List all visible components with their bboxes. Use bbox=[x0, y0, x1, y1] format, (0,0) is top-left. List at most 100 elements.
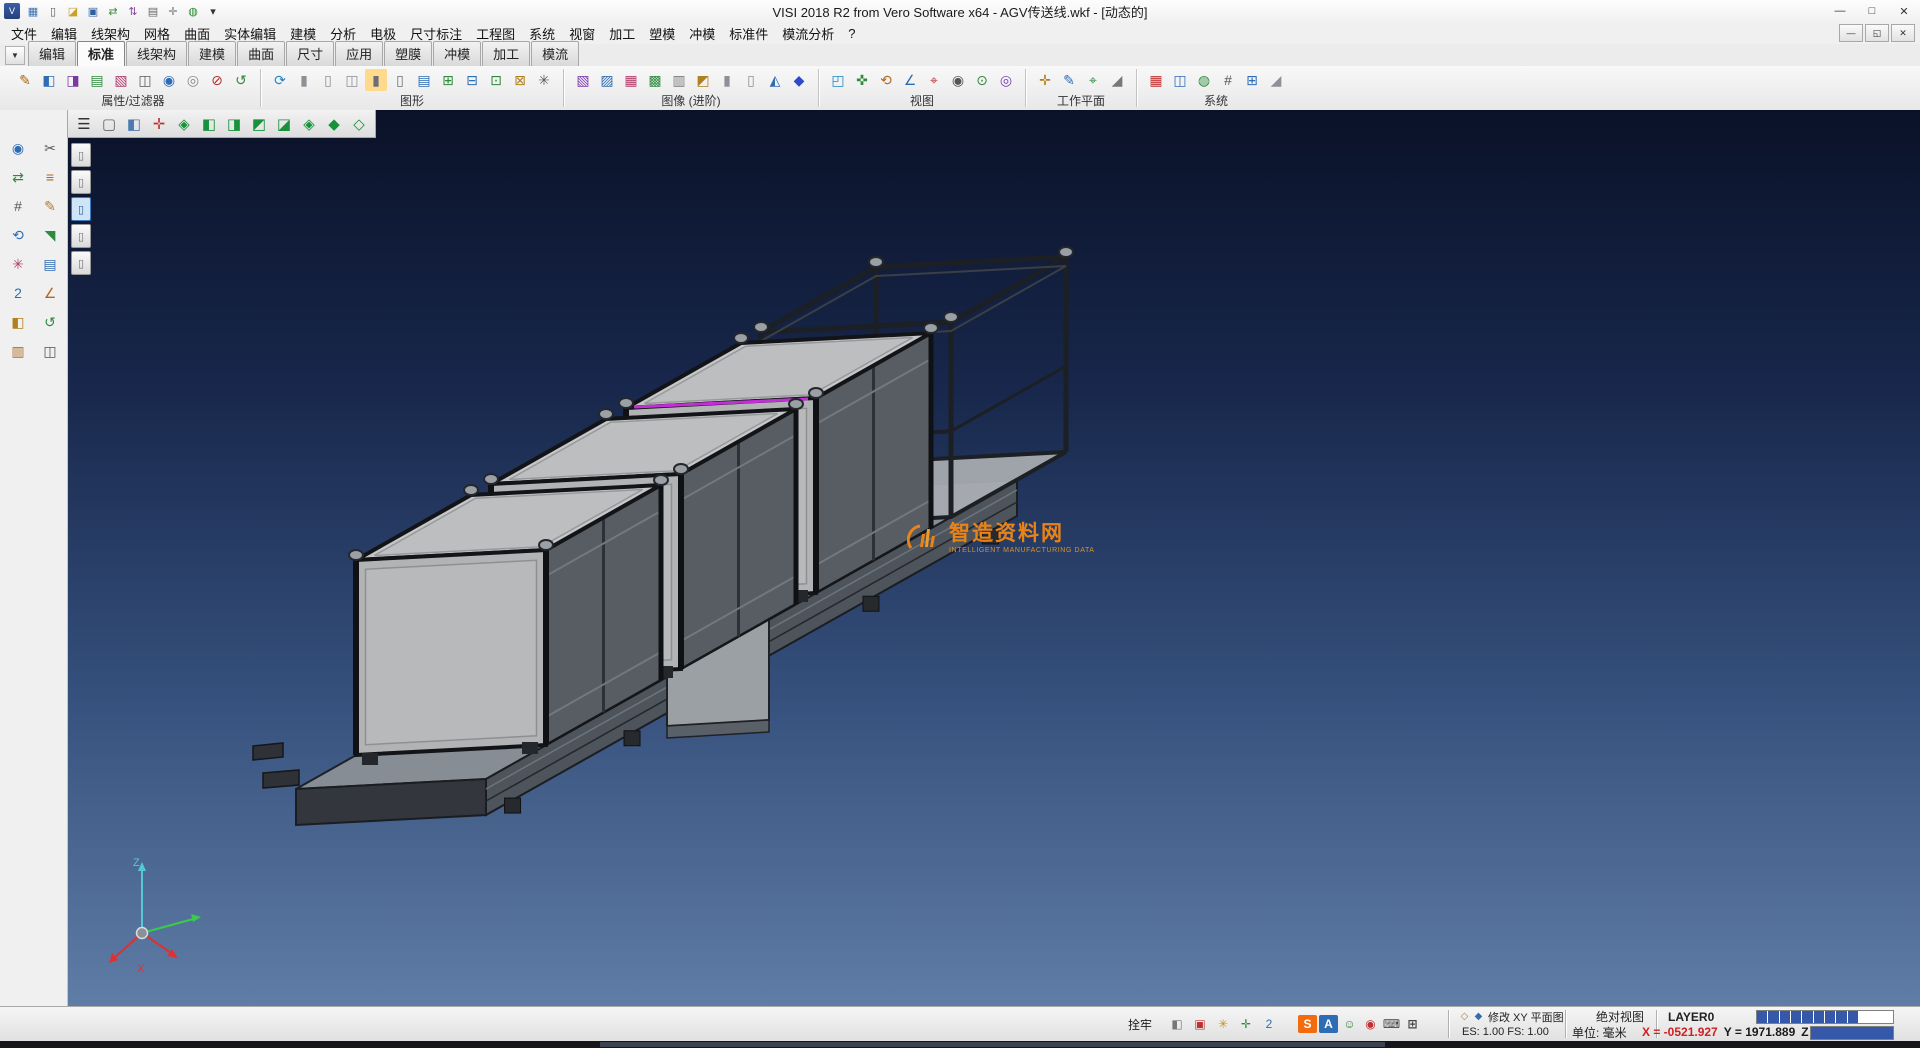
tab[interactable]: 曲面 bbox=[237, 41, 285, 66]
eye-view-icon[interactable]: ◉ bbox=[947, 69, 969, 91]
active-layer-label[interactable]: LAYER0 bbox=[1668, 1009, 1714, 1024]
rotate-tool-icon[interactable]: ⟲ bbox=[5, 223, 31, 247]
half-cylinder-icon[interactable]: ◫ bbox=[341, 69, 363, 91]
workplane-edit-icon[interactable]: ✎ bbox=[1058, 69, 1080, 91]
menu-item[interactable]: 冲模 bbox=[682, 22, 722, 45]
gear-status-icon[interactable]: ✛ bbox=[1237, 1015, 1255, 1033]
graphics-view-icon[interactable]: ⊡ bbox=[485, 69, 507, 91]
alert-status-icon[interactable]: ▣ bbox=[1191, 1015, 1209, 1033]
offset-icon[interactable]: ≡ bbox=[37, 165, 63, 189]
monitor-icon[interactable]: ◫ bbox=[1169, 69, 1191, 91]
attribute-copy-icon[interactable]: ◧ bbox=[38, 69, 60, 91]
copy-tool-icon[interactable]: ◫ bbox=[37, 339, 63, 363]
wireframe-render-icon[interactable]: ▨ bbox=[596, 69, 618, 91]
snap-point-icon[interactable]: ◉ bbox=[5, 136, 31, 160]
quick-access-dropdown[interactable]: ▾ bbox=[204, 3, 222, 19]
active-cylinder-icon[interactable]: ▮ bbox=[365, 69, 387, 91]
layer-slot-1[interactable]: ▯ bbox=[71, 143, 91, 167]
layer-slot-2[interactable]: ▯ bbox=[71, 170, 91, 194]
export-icon[interactable]: ⇅ bbox=[124, 3, 142, 19]
layer-slot-5[interactable]: ▯ bbox=[71, 251, 91, 275]
save-icon[interactable]: ▣ bbox=[84, 3, 102, 19]
disable-filter-icon[interactable]: ⊘ bbox=[206, 69, 228, 91]
sketch-icon[interactable]: ✎ bbox=[37, 194, 63, 218]
tab[interactable]: 编辑 bbox=[28, 41, 76, 66]
soft-keyboard-icon[interactable]: ⌨ bbox=[1382, 1015, 1401, 1033]
snap-grid-icon[interactable]: # bbox=[1217, 69, 1239, 91]
view-shaded-icon[interactable]: ◧ bbox=[122, 113, 146, 135]
emoji-input-icon[interactable]: ☺ bbox=[1340, 1015, 1359, 1033]
graphics-edit-icon[interactable]: ⊠ bbox=[509, 69, 531, 91]
mdi-minimize-button[interactable]: — bbox=[1839, 24, 1863, 42]
layer-slot-4[interactable]: ▯ bbox=[71, 224, 91, 248]
3d-viewport[interactable]: 智造资料网 INTELLIGENT MANUFACTURING DATA Z X bbox=[67, 110, 1920, 1007]
refresh-graphics-icon[interactable]: ⟳ bbox=[269, 69, 291, 91]
pan-view-icon[interactable]: ✜ bbox=[851, 69, 873, 91]
lang-mode-icon[interactable]: A bbox=[1319, 1015, 1338, 1033]
grid-snap-icon[interactable]: # bbox=[5, 194, 31, 218]
bottom-view-icon[interactable]: ◆ bbox=[322, 113, 346, 135]
back-view-icon[interactable]: ◈ bbox=[297, 113, 321, 135]
print-icon[interactable]: ▤ bbox=[144, 3, 162, 19]
lock-status-icon[interactable]: ◧ bbox=[1168, 1015, 1186, 1033]
gem-render-icon[interactable]: ◆ bbox=[788, 69, 810, 91]
menu-item[interactable]: 标准件 bbox=[722, 22, 775, 45]
type-filter-icon[interactable]: ▧ bbox=[110, 69, 132, 91]
plane-tilt-icon[interactable]: ◢ bbox=[1265, 69, 1287, 91]
left-view-icon[interactable]: ◪ bbox=[272, 113, 296, 135]
color-grid-icon[interactable]: ▦ bbox=[1145, 69, 1167, 91]
tab[interactable]: 加工 bbox=[482, 41, 530, 66]
ghost-cylinder-icon[interactable]: ▯ bbox=[389, 69, 411, 91]
graphics-db-icon[interactable]: ⊟ bbox=[461, 69, 483, 91]
plane-lock-icon[interactable]: ◆ bbox=[1472, 1010, 1485, 1023]
solid-cylinder-icon[interactable]: ▮ bbox=[293, 69, 315, 91]
view-blank-icon[interactable]: ▢ bbox=[97, 113, 121, 135]
menu-item[interactable]: ? bbox=[841, 24, 862, 43]
workspace-icon[interactable]: ▦ bbox=[24, 3, 42, 19]
hidden-line-icon[interactable]: ▦ bbox=[620, 69, 642, 91]
maximize-button[interactable]: □ bbox=[1856, 1, 1888, 22]
view-mode-label[interactable]: 绝对视图 bbox=[1596, 1009, 1644, 1024]
taskbar-app-segment[interactable] bbox=[600, 1042, 1385, 1047]
mdi-restore-button[interactable]: ◱ bbox=[1865, 24, 1889, 42]
windows-taskbar[interactable] bbox=[0, 1041, 1920, 1048]
textured-render-icon[interactable]: ▩ bbox=[644, 69, 666, 91]
undo-tool-icon[interactable]: ↺ bbox=[37, 310, 63, 334]
mdi-close-button[interactable]: ✕ bbox=[1891, 24, 1915, 42]
probe-view-icon[interactable]: ⌖ bbox=[923, 69, 945, 91]
tag-tool-icon[interactable]: ◧ bbox=[5, 310, 31, 334]
angle-measure-icon[interactable]: ∠ bbox=[899, 69, 921, 91]
units-label[interactable]: 单位: 毫米 bbox=[1572, 1025, 1627, 1039]
tab[interactable]: 模流 bbox=[531, 41, 579, 66]
globe-icon[interactable]: ◍ bbox=[1193, 69, 1215, 91]
world-icon[interactable]: ◍ bbox=[184, 3, 202, 19]
voice-input-icon[interactable]: ◉ bbox=[1361, 1015, 1380, 1033]
front-view-icon[interactable]: ◨ bbox=[222, 113, 246, 135]
camera-view-icon[interactable]: ◎ bbox=[995, 69, 1017, 91]
rotate-view-icon[interactable]: ⟲ bbox=[875, 69, 897, 91]
visibility-filter-icon[interactable]: ◉ bbox=[158, 69, 180, 91]
open-file-icon[interactable]: ◪ bbox=[64, 3, 82, 19]
flag-render-icon[interactable]: ◭ bbox=[764, 69, 786, 91]
solid-list-icon[interactable]: ▤ bbox=[413, 69, 435, 91]
menu-item[interactable]: 塑模 bbox=[642, 22, 682, 45]
ime-toolbox-icon[interactable]: ⊞ bbox=[1403, 1015, 1422, 1033]
tab[interactable]: 塑膜 bbox=[384, 41, 432, 66]
count-status-icon[interactable]: 2 bbox=[1260, 1015, 1278, 1033]
iso-view-icon[interactable]: ◈ bbox=[172, 113, 196, 135]
right-view-icon[interactable]: ◩ bbox=[247, 113, 271, 135]
isolate-filter-icon[interactable]: ◎ bbox=[182, 69, 204, 91]
burst-tool-icon[interactable]: ✳ bbox=[5, 252, 31, 276]
solid-stack-icon[interactable]: ⊞ bbox=[437, 69, 459, 91]
layer-filter-icon[interactable]: ▤ bbox=[86, 69, 108, 91]
tab-dropdown-button[interactable]: ▼ bbox=[5, 46, 25, 65]
tab[interactable]: 冲模 bbox=[433, 41, 481, 66]
sogou-icon[interactable]: S bbox=[1298, 1015, 1317, 1033]
menu-item[interactable]: 模流分析 bbox=[775, 22, 841, 45]
tab[interactable]: 线架构 bbox=[126, 41, 187, 66]
menu-item[interactable]: 加工 bbox=[602, 22, 642, 45]
tab[interactable]: 建模 bbox=[188, 41, 236, 66]
angle-tool-icon[interactable]: ∠ bbox=[37, 281, 63, 305]
render-cylinder-icon[interactable]: ▮ bbox=[716, 69, 738, 91]
zoom-window-icon[interactable]: ◰ bbox=[827, 69, 849, 91]
